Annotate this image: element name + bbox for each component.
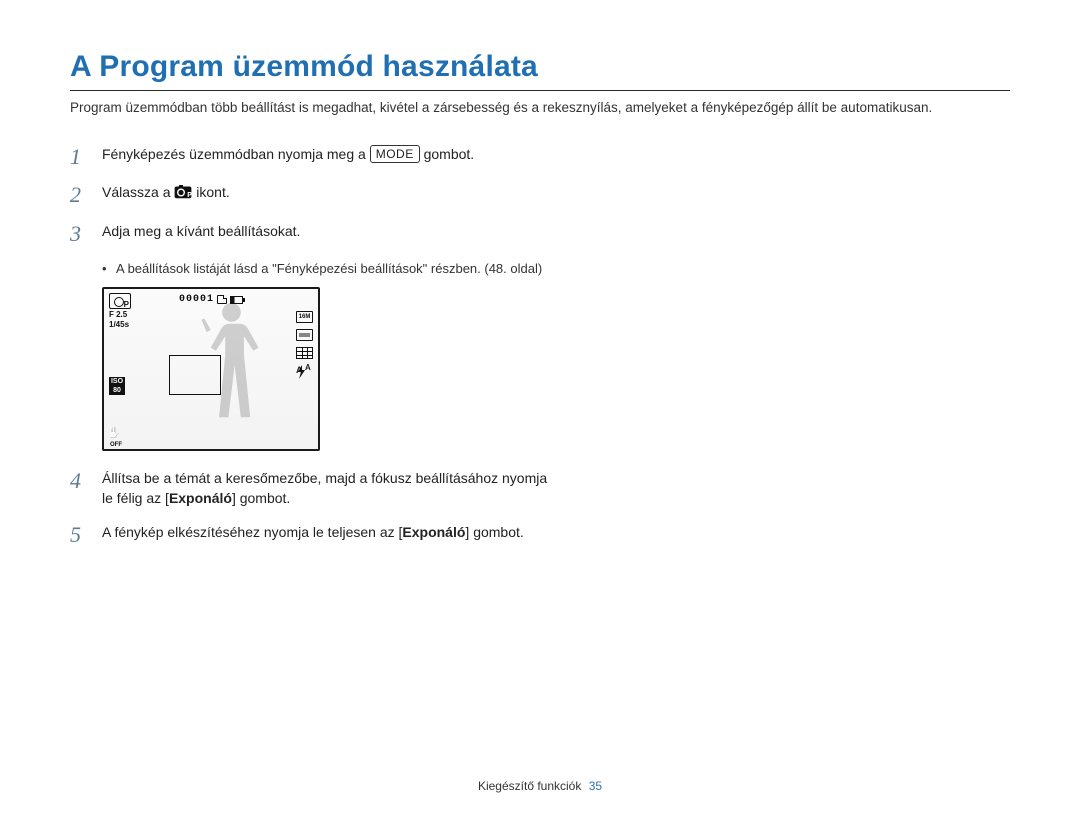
- step-2: 2 Válassza a P ikont.: [70, 183, 560, 207]
- mode-keycap: MODE: [370, 145, 420, 163]
- step-3-subnote: A beállítások listáját lásd a "Fényképez…: [102, 260, 560, 278]
- lcd-top-left: F 2.5 1/45s: [109, 293, 131, 329]
- step-number: 2: [70, 183, 90, 207]
- step-text: Állítsa be a témát a keresőmezőbe, majd …: [102, 469, 560, 508]
- focus-frame-icon: [169, 355, 221, 395]
- step-4: 4 Állítsa be a témát a keresőmezőbe, maj…: [70, 469, 560, 508]
- hand-icon: OFF: [109, 429, 123, 443]
- step-text: Válassza a P ikont.: [102, 183, 230, 203]
- step-1: 1 Fényképezés üzemmódban nyomja meg a MO…: [70, 145, 560, 169]
- resolution-icon: 16M: [296, 311, 313, 323]
- step-number: 5: [70, 523, 90, 547]
- shot-counter: 00001: [179, 294, 214, 305]
- step-1-post: gombot.: [420, 146, 474, 162]
- lcd-right-column: 16M A: [296, 311, 313, 379]
- battery-icon: [230, 296, 243, 304]
- step-3: 3 Adja meg a kívánt beállításokat.: [70, 222, 560, 246]
- lcd-preview-wrap: F 2.5 1/45s 00001 ISO 80 OFF 16M: [102, 287, 560, 451]
- step-5-pre: A fénykép elkészítéséhez nyomja le telje…: [102, 524, 402, 540]
- title-rule: [70, 90, 1010, 91]
- program-mode-icon: P: [174, 185, 192, 199]
- step-4-bold: Exponáló: [169, 490, 232, 506]
- intro-text: Program üzemmódban több beállítást is me…: [70, 99, 1010, 117]
- iso-label: ISO: [109, 377, 125, 386]
- step-5-bold: Exponáló: [402, 524, 465, 540]
- image-stab-icon: OFF: [109, 429, 123, 443]
- step-text: Fényképezés üzemmódban nyomja meg a MODE…: [102, 145, 474, 165]
- step-number: 4: [70, 469, 90, 493]
- step-number: 1: [70, 145, 90, 169]
- lcd-preview: F 2.5 1/45s 00001 ISO 80 OFF 16M: [102, 287, 320, 451]
- step-4-post: ] gombot.: [232, 490, 290, 506]
- step-text: A fénykép elkészítéséhez nyomja le telje…: [102, 523, 524, 543]
- step-text: Adja meg a kívánt beállításokat.: [102, 222, 300, 242]
- step-5-post: ] gombot.: [465, 524, 523, 540]
- footer-page-number: 35: [589, 779, 602, 793]
- shutter-value: 1/45s: [109, 321, 131, 329]
- stab-off-label: OFF: [110, 442, 122, 448]
- flash-auto-icon: A: [296, 365, 313, 379]
- lcd-top-center: 00001: [179, 294, 243, 305]
- metering-icon: [296, 347, 313, 359]
- program-mode-badge-icon: [109, 293, 131, 309]
- step-1-pre: Fényképezés üzemmódban nyomja meg a: [102, 146, 370, 162]
- iso-value: 80: [109, 386, 125, 395]
- sd-card-icon: [217, 295, 227, 304]
- footer-section: Kiegészítő funkciók: [478, 779, 581, 793]
- page-title: A Program üzemmód használata: [70, 50, 1010, 84]
- quality-icon: [296, 329, 313, 341]
- steps-column: 1 Fényképezés üzemmódban nyomja meg a MO…: [70, 145, 560, 546]
- page-footer: Kiegészítő funkciók 35: [0, 779, 1080, 793]
- step-5: 5 A fénykép elkészítéséhez nyomja le tel…: [70, 523, 560, 547]
- step-number: 3: [70, 222, 90, 246]
- step-2-pre: Válassza a: [102, 184, 174, 200]
- aperture-value: F 2.5: [109, 311, 131, 319]
- step-2-post: ikont.: [196, 184, 229, 200]
- iso-badge: ISO 80: [109, 377, 125, 395]
- svg-text:P: P: [188, 192, 193, 199]
